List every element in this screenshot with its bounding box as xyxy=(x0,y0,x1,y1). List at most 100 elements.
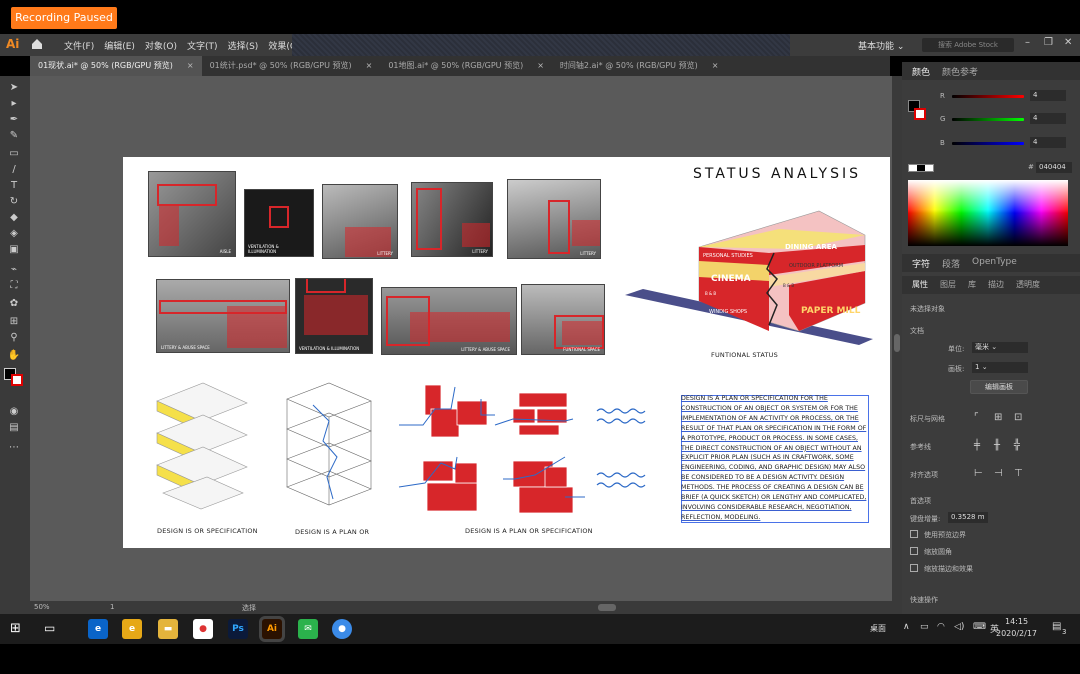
home-icon[interactable] xyxy=(30,37,44,51)
file-explorer-icon[interactable]: ▬ xyxy=(158,619,178,639)
photo-aisle[interactable]: AISLE xyxy=(148,171,236,257)
menu-type[interactable]: 文字(T) xyxy=(187,39,218,52)
artboard[interactable]: STATUS ANALYSIS AISLE VENTILATION & ILLU… xyxy=(123,157,890,548)
curvature-tool-icon[interactable]: ✎ xyxy=(7,130,21,142)
tab-paragraph[interactable]: 段落 xyxy=(942,257,960,270)
artboard-tool-icon[interactable]: ⊞ xyxy=(7,316,21,328)
snap-grid-icon[interactable]: ⊣ xyxy=(994,468,1003,479)
close-tab-icon[interactable]: × xyxy=(187,56,194,76)
photoshop-icon[interactable]: Ps xyxy=(228,619,248,639)
vertical-scrollbar[interactable] xyxy=(892,76,902,614)
pen-tool-icon[interactable]: ✒ xyxy=(7,114,21,126)
tab-transparency[interactable]: 透明度 xyxy=(1016,279,1040,291)
show-guides-icon[interactable]: ╪ xyxy=(974,440,980,451)
rectangle-tool-icon[interactable]: ▭ xyxy=(7,148,21,160)
battery-icon[interactable]: ▭ xyxy=(920,622,929,632)
clock-time[interactable]: 14:15 xyxy=(1005,617,1028,626)
more-tools-icon[interactable]: ⋯ xyxy=(7,442,21,454)
stock-search-input[interactable]: 搜索 Adobe Stock xyxy=(922,38,1014,52)
start-icon[interactable]: ⊞ xyxy=(10,621,21,636)
close-tab-icon[interactable]: × xyxy=(537,56,544,76)
tab-layers[interactable]: 图层 xyxy=(940,279,956,291)
axonometric-diagram-wire[interactable] xyxy=(283,381,375,521)
body-text[interactable]: DESIGN IS A PLAN OR SPECIFICATION FOR TH… xyxy=(681,394,869,523)
tab-doc-1[interactable]: 01现状.ai* @ 50% (RGB/GPU 预览) × xyxy=(30,56,202,76)
tab-libraries[interactable]: 库 xyxy=(968,279,976,291)
horizontal-scrollbar[interactable] xyxy=(598,604,616,611)
channel-g-slider[interactable] xyxy=(952,118,1024,121)
eraser-tool-icon[interactable]: ◆ xyxy=(7,212,21,224)
tab-doc-3[interactable]: 01地图.ai* @ 50% (RGB/GPU 预览) × xyxy=(380,56,552,76)
close-icon[interactable]: ✕ xyxy=(1064,37,1072,48)
photo-functional-space[interactable]: FUNTIONAL SPACE xyxy=(521,284,605,355)
photo-littery-abuse-2[interactable]: LITTERY & ABUSE SPACE xyxy=(381,287,517,355)
keyboard-icon[interactable]: ⌨ xyxy=(973,622,986,632)
channel-b-value[interactable]: 4 xyxy=(1030,137,1066,148)
edit-artboard-button[interactable]: 编辑画板 xyxy=(970,380,1028,394)
lock-guides-icon[interactable]: ╫ xyxy=(994,440,1000,451)
close-tab-icon[interactable]: × xyxy=(712,56,719,76)
eyedropper-icon[interactable]: ⌁ xyxy=(7,264,21,276)
axonometric-diagram-yellow[interactable] xyxy=(153,381,249,521)
type-tool-icon[interactable]: T xyxy=(7,180,21,192)
tray-chevron-icon[interactable]: ∧ xyxy=(903,622,910,632)
recording-paused-badge[interactable]: Recording Paused xyxy=(11,7,117,29)
tab-color[interactable]: 颜色 xyxy=(912,65,930,78)
tab-color-guide[interactable]: 颜色参考 xyxy=(942,65,978,78)
pixel-grid-icon[interactable]: ⊡ xyxy=(1014,412,1022,423)
plan-diagrams[interactable] xyxy=(395,379,665,524)
menu-file[interactable]: 文件(F) xyxy=(64,39,94,52)
desktop-toolbar-label[interactable]: 桌面 xyxy=(870,623,886,634)
channel-b-slider[interactable] xyxy=(952,142,1024,145)
wechat-icon[interactable]: ✉ xyxy=(298,619,318,639)
ie-icon[interactable]: e xyxy=(122,619,142,639)
tab-doc-4[interactable]: 时间轴2.ai* @ 50% (RGB/GPU 预览) × xyxy=(552,56,726,76)
photo-littery-2[interactable]: LITTERY xyxy=(411,182,493,257)
snap-point-icon[interactable]: ⊢ xyxy=(974,468,983,479)
smart-guides-icon[interactable]: ╬ xyxy=(1014,440,1020,451)
rotate-tool-icon[interactable]: ↻ xyxy=(7,196,21,208)
channel-r-value[interactable]: 4 xyxy=(1030,90,1066,101)
photo-ventilation[interactable]: VENTILATION & ILLUMINATION xyxy=(244,189,314,257)
checkbox-scale-corners[interactable] xyxy=(910,547,918,555)
minimize-icon[interactable]: – xyxy=(1025,37,1030,48)
tab-character[interactable]: 字符 xyxy=(912,257,930,270)
illustrator-taskbar-icon[interactable]: Ai xyxy=(262,619,282,639)
checkbox-scale-strokes[interactable] xyxy=(910,564,918,572)
tab-stroke[interactable]: 描边 xyxy=(988,279,1004,291)
blend-tool-icon[interactable]: ⛶ xyxy=(7,280,21,292)
selection-tool-icon[interactable]: ➤ xyxy=(7,82,21,94)
units-select[interactable]: 毫米 ⌄ xyxy=(972,342,1028,353)
keyboard-increment-input[interactable]: 0.3528 m xyxy=(948,512,988,523)
app-icon[interactable]: ● xyxy=(332,619,352,639)
restore-icon[interactable]: ❐ xyxy=(1044,37,1053,48)
draw-mode-icon[interactable]: ◉ xyxy=(7,406,21,418)
photo-littery-abuse-1[interactable]: LITTERY & ABUSE SPACE xyxy=(156,279,290,353)
hand-tool-icon[interactable]: ✋ xyxy=(7,350,21,362)
tab-opentype[interactable]: OpenType xyxy=(972,257,1017,269)
edge-icon[interactable]: e xyxy=(88,619,108,639)
photo-littery-1[interactable]: LITTERY xyxy=(322,184,398,259)
functional-model-diagram[interactable]: PERSONAL STUDIES DINING AREA OUTDOOR PLA… xyxy=(619,205,879,355)
tab-doc-2[interactable]: 01统计.psd* @ 50% (RGB/GPU 预览) × xyxy=(202,56,381,76)
artboard-number[interactable]: 1 xyxy=(110,603,114,611)
chrome-icon[interactable]: ● xyxy=(193,619,213,639)
close-tab-icon[interactable]: × xyxy=(366,56,373,76)
channel-g-value[interactable]: 4 xyxy=(1030,113,1066,124)
zoom-tool-icon[interactable]: ⚲ xyxy=(7,332,21,344)
tab-properties[interactable]: 属性 xyxy=(912,279,928,291)
menu-edit[interactable]: 编辑(E) xyxy=(104,39,135,52)
artboard-select[interactable]: 1 ⌄ xyxy=(972,362,1028,373)
brush-tool-icon[interactable]: / xyxy=(7,164,21,176)
snap-pixel-icon[interactable]: ⊤ xyxy=(1014,468,1023,479)
color-spectrum[interactable] xyxy=(908,180,1068,246)
clock-date[interactable]: 2020/2/17 xyxy=(996,629,1037,638)
shape-builder-icon[interactable]: ◈ xyxy=(7,228,21,240)
scroll-thumb[interactable] xyxy=(894,334,900,352)
panel-stroke-swatch[interactable] xyxy=(914,108,926,120)
stroke-swatch[interactable] xyxy=(11,374,23,386)
task-view-icon[interactable]: ▭ xyxy=(44,621,55,635)
photo-ventilation-2[interactable]: VENTILATION & ILLUMINATION xyxy=(295,278,373,354)
direct-selection-icon[interactable]: ▸ xyxy=(7,98,21,110)
notification-icon[interactable]: ▤ xyxy=(1052,621,1061,632)
